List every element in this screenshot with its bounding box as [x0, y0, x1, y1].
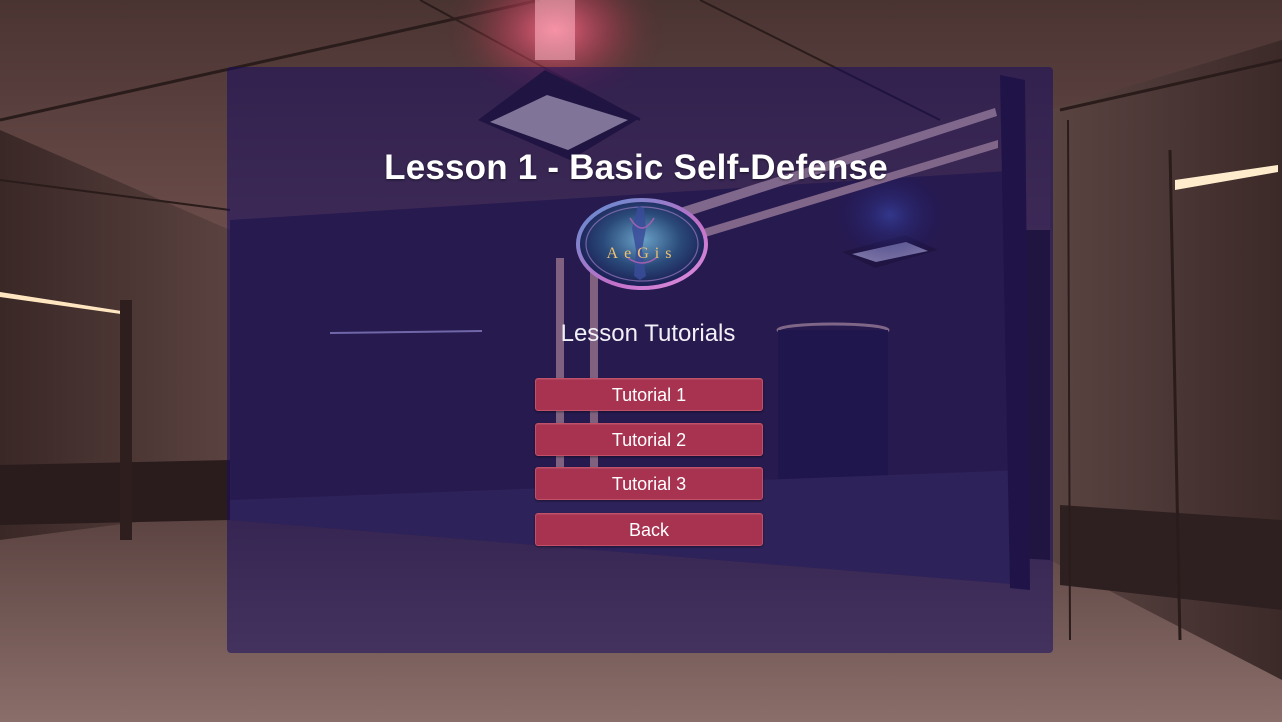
- aegis-emblem-icon: AeGis: [576, 198, 708, 290]
- tutorial-3-button[interactable]: Tutorial 3: [535, 467, 763, 500]
- back-button[interactable]: Back: [535, 513, 763, 546]
- section-subtitle: Lesson Tutorials: [560, 320, 736, 347]
- tutorial-1-button[interactable]: Tutorial 1: [535, 378, 763, 411]
- logo-wordmark: AeGis: [607, 245, 678, 262]
- tutorial-2-button[interactable]: Tutorial 2: [535, 423, 763, 456]
- game-screen: Lesson 1 - Basic Self-Defense AeGis Less…: [0, 0, 1282, 722]
- lesson-title: Lesson 1 - Basic Self-Defense: [384, 148, 888, 187]
